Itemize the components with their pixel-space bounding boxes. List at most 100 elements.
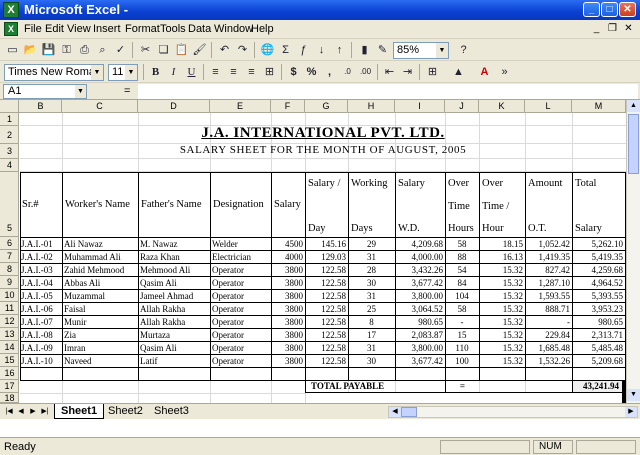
- next-sheet-icon[interactable]: ▶: [28, 407, 38, 417]
- chart-wizard-icon[interactable]: ▮: [356, 42, 373, 58]
- cell-total-salary[interactable]: 5,209.68: [573, 356, 624, 367]
- cell-overtime-per-hour[interactable]: 15.32: [480, 291, 524, 302]
- fill-color-icon[interactable]: ▲: [450, 64, 467, 80]
- cell-designation[interactable]: Operator: [211, 317, 271, 328]
- cell-designation[interactable]: Operator: [211, 304, 271, 315]
- row-header[interactable]: 14: [0, 341, 19, 354]
- cell-total-salary[interactable]: 5,262.10: [573, 239, 624, 250]
- cell-overtime-per-hour[interactable]: 15.32: [480, 317, 524, 328]
- cell-father-name[interactable]: Latif: [139, 356, 210, 367]
- cell-overtime-per-hour[interactable]: 15.32: [480, 304, 524, 315]
- row-header[interactable]: 11: [0, 302, 19, 315]
- row-header[interactable]: 7: [0, 250, 19, 263]
- chevron-down-icon[interactable]: ▼: [436, 43, 448, 58]
- cell-overtime-hours[interactable]: 110: [446, 343, 478, 354]
- scroll-left-icon[interactable]: ◀: [389, 407, 401, 417]
- cell-salary-wd[interactable]: 4,000.00: [396, 252, 444, 263]
- cell-sr[interactable]: J.A.I.-02: [20, 252, 62, 263]
- cell-overtime-per-hour[interactable]: 15.32: [480, 343, 524, 354]
- cell-salary-wd[interactable]: 3,677.42: [396, 356, 444, 367]
- cell-worker-name[interactable]: Zia: [63, 330, 138, 341]
- align-right-icon[interactable]: ≡: [243, 64, 260, 80]
- cell-total-salary[interactable]: 5,485.48: [573, 343, 624, 354]
- align-left-icon[interactable]: ≡: [207, 64, 224, 80]
- menu-view[interactable]: View: [67, 23, 91, 36]
- cell-working-days[interactable]: 31: [349, 343, 394, 354]
- cell-overtime-hours[interactable]: 84: [446, 278, 478, 289]
- vertical-scroll-thumb[interactable]: [628, 114, 639, 174]
- worksheet-grid[interactable]: J.A. INTERNATIONAL PVT. LTD. SALARY SHEE…: [20, 113, 626, 403]
- cell-overtime-hours[interactable]: 104: [446, 291, 478, 302]
- first-sheet-icon[interactable]: |◀: [4, 407, 14, 417]
- cell-amount-ot[interactable]: 1,532.26: [526, 356, 571, 367]
- cell-overtime-per-hour[interactable]: 18.15: [480, 239, 524, 250]
- cell-worker-name[interactable]: Muzammal: [63, 291, 138, 302]
- font-size-combo[interactable]: 11 ▼: [108, 64, 138, 81]
- spelling-icon[interactable]: ✓: [112, 42, 129, 58]
- row-header[interactable]: 15: [0, 354, 19, 367]
- cell-sr[interactable]: J.A.I.-09: [20, 343, 62, 354]
- column-header[interactable]: C: [62, 100, 138, 113]
- cell-working-days[interactable]: 29: [349, 239, 394, 250]
- cell-total-salary[interactable]: 980.65: [573, 317, 624, 328]
- cell-salary-per-day[interactable]: 122.58: [306, 304, 347, 315]
- row-header[interactable]: 16: [0, 367, 19, 380]
- cell-total-salary[interactable]: 3,953.23: [573, 304, 624, 315]
- cell-working-days[interactable]: 8: [349, 317, 394, 328]
- cell-salary-wd[interactable]: 3,677.42: [396, 278, 444, 289]
- row-header[interactable]: 9: [0, 276, 19, 289]
- row-header[interactable]: 5: [0, 172, 19, 237]
- doc-close-button[interactable]: ✕: [622, 23, 635, 35]
- excel-app-icon[interactable]: X: [3, 2, 19, 18]
- doc-minimize-button[interactable]: _: [590, 23, 603, 35]
- chevron-down-icon[interactable]: ▼: [91, 65, 103, 80]
- column-header[interactable]: L: [525, 100, 572, 113]
- cell-salary[interactable]: 3800: [272, 304, 304, 315]
- cell-worker-name[interactable]: Naveed: [63, 356, 138, 367]
- cell-amount-ot[interactable]: 1,419.35: [526, 252, 571, 263]
- row-header[interactable]: 1: [0, 113, 19, 126]
- prev-sheet-icon[interactable]: ◀: [16, 407, 26, 417]
- tab-sheet3[interactable]: Sheet3: [148, 404, 195, 419]
- borders-icon[interactable]: ⊞: [424, 64, 441, 80]
- menu-data[interactable]: Data: [188, 23, 211, 36]
- cell-salary-per-day[interactable]: 122.58: [306, 343, 347, 354]
- scroll-up-icon[interactable]: ▲: [627, 100, 640, 112]
- column-header[interactable]: I: [395, 100, 445, 113]
- cell-overtime-hours[interactable]: 15: [446, 330, 478, 341]
- cell-salary[interactable]: 4000: [272, 252, 304, 263]
- cell-worker-name[interactable]: Muhammad Ali: [63, 252, 138, 263]
- cell-salary-per-day[interactable]: 122.58: [306, 291, 347, 302]
- font-color-icon[interactable]: A: [476, 64, 493, 80]
- cell-overtime-hours[interactable]: 100: [446, 356, 478, 367]
- bold-button[interactable]: B: [147, 64, 164, 80]
- cell-total-salary[interactable]: 4,259.68: [573, 265, 624, 276]
- cell-father-name[interactable]: M. Nawaz: [139, 239, 210, 250]
- cell-sr[interactable]: J.A.I.-05: [20, 291, 62, 302]
- row-header[interactable]: 6: [0, 237, 19, 250]
- autosum-icon[interactable]: Σ: [277, 42, 294, 58]
- cell-father-name[interactable]: Raza Khan: [139, 252, 210, 263]
- cell-designation[interactable]: Operator: [211, 330, 271, 341]
- cell-sr[interactable]: J.A.I.-01: [20, 239, 62, 250]
- cell-overtime-per-hour[interactable]: 16.13: [480, 252, 524, 263]
- cell-working-days[interactable]: 31: [349, 252, 394, 263]
- row-header[interactable]: 10: [0, 289, 19, 302]
- cell-designation[interactable]: Operator: [211, 343, 271, 354]
- function-icon[interactable]: ƒ: [295, 42, 312, 58]
- font-name-combo[interactable]: Times New Roman ▼: [4, 64, 104, 81]
- maximize-button[interactable]: □: [601, 2, 618, 17]
- new-icon[interactable]: ▭: [4, 42, 21, 58]
- cell-designation[interactable]: Operator: [211, 291, 271, 302]
- column-header[interactable]: J: [445, 100, 479, 113]
- paste-icon[interactable]: 📋: [173, 42, 190, 58]
- menu-format[interactable]: Format: [125, 23, 160, 36]
- cell-worker-name[interactable]: Imran: [63, 343, 138, 354]
- menu-insert[interactable]: Insert: [93, 23, 121, 36]
- close-button[interactable]: ✕: [619, 2, 636, 17]
- cell-overtime-hours[interactable]: 58: [446, 304, 478, 315]
- hyperlink-icon[interactable]: 🌐: [259, 42, 276, 58]
- tab-sheet2[interactable]: Sheet2: [102, 404, 149, 419]
- cell-worker-name[interactable]: Zahid Mehmood: [63, 265, 138, 276]
- formula-input[interactable]: [138, 84, 638, 99]
